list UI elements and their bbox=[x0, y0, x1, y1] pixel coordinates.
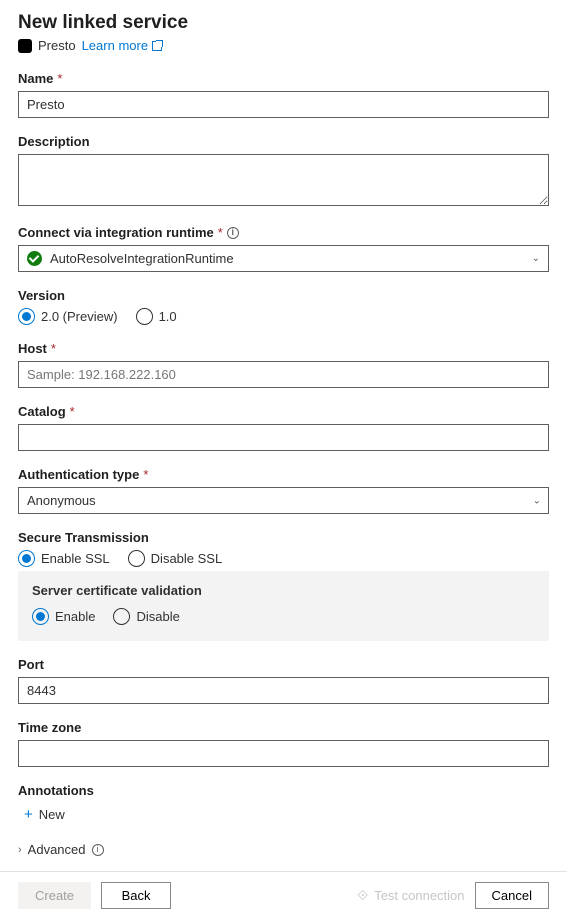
radio-icon bbox=[18, 308, 35, 325]
auth-type-select[interactable]: Anonymous bbox=[18, 487, 549, 514]
radio-icon bbox=[136, 308, 153, 325]
catalog-input[interactable] bbox=[18, 424, 549, 451]
advanced-toggle[interactable]: › Advanced i bbox=[18, 842, 549, 857]
timezone-input[interactable] bbox=[18, 740, 549, 767]
annotations-label: Annotations bbox=[18, 783, 549, 798]
integration-runtime-label: Connect via integration runtime* i bbox=[18, 225, 549, 240]
back-button[interactable]: Back bbox=[101, 882, 171, 909]
version-radio-1-0[interactable]: 1.0 bbox=[136, 308, 177, 325]
create-button: Create bbox=[18, 882, 91, 909]
connection-icon: ⟐ bbox=[357, 887, 368, 904]
description-input[interactable] bbox=[18, 154, 549, 206]
port-label: Port bbox=[18, 657, 549, 672]
version-label: Version bbox=[18, 288, 549, 303]
presto-logo-icon bbox=[18, 39, 32, 53]
connector-name: Presto bbox=[38, 38, 76, 53]
chevron-down-icon: ⌄ bbox=[532, 253, 540, 264]
cancel-button[interactable]: Cancel bbox=[475, 882, 549, 909]
server-cert-disable-radio[interactable]: Disable bbox=[113, 608, 179, 625]
disable-ssl-radio[interactable]: Disable SSL bbox=[128, 550, 223, 567]
server-cert-label: Server certificate validation bbox=[32, 583, 535, 598]
chevron-right-icon: › bbox=[18, 844, 22, 856]
learn-more-link[interactable]: Learn more bbox=[82, 38, 162, 53]
radio-icon bbox=[18, 550, 35, 567]
timezone-label: Time zone bbox=[18, 720, 549, 735]
info-icon: i bbox=[92, 844, 104, 856]
name-input[interactable] bbox=[18, 91, 549, 118]
server-cert-enable-radio[interactable]: Enable bbox=[32, 608, 95, 625]
check-circle-icon bbox=[27, 251, 42, 266]
catalog-label: Catalog* bbox=[18, 404, 549, 419]
port-input[interactable] bbox=[18, 677, 549, 704]
name-label: Name* bbox=[18, 71, 549, 86]
external-link-icon bbox=[152, 41, 162, 51]
host-input[interactable] bbox=[18, 361, 549, 388]
description-label: Description bbox=[18, 134, 549, 149]
enable-ssl-radio[interactable]: Enable SSL bbox=[18, 550, 110, 567]
test-connection-button: ⟐ Test connection bbox=[357, 887, 464, 904]
radio-icon bbox=[32, 608, 49, 625]
info-icon[interactable]: i bbox=[227, 227, 239, 239]
annotations-new-button[interactable]: + New bbox=[18, 803, 71, 826]
secure-transmission-label: Secure Transmission bbox=[18, 530, 549, 545]
radio-icon bbox=[128, 550, 145, 567]
version-radio-2-0[interactable]: 2.0 (Preview) bbox=[18, 308, 118, 325]
page-title: New linked service bbox=[18, 12, 549, 34]
integration-runtime-select[interactable]: AutoResolveIntegrationRuntime ⌄ bbox=[18, 245, 549, 272]
host-label: Host* bbox=[18, 341, 549, 356]
plus-icon: + bbox=[24, 807, 33, 822]
radio-icon bbox=[113, 608, 130, 625]
auth-type-label: Authentication type* bbox=[18, 467, 549, 482]
